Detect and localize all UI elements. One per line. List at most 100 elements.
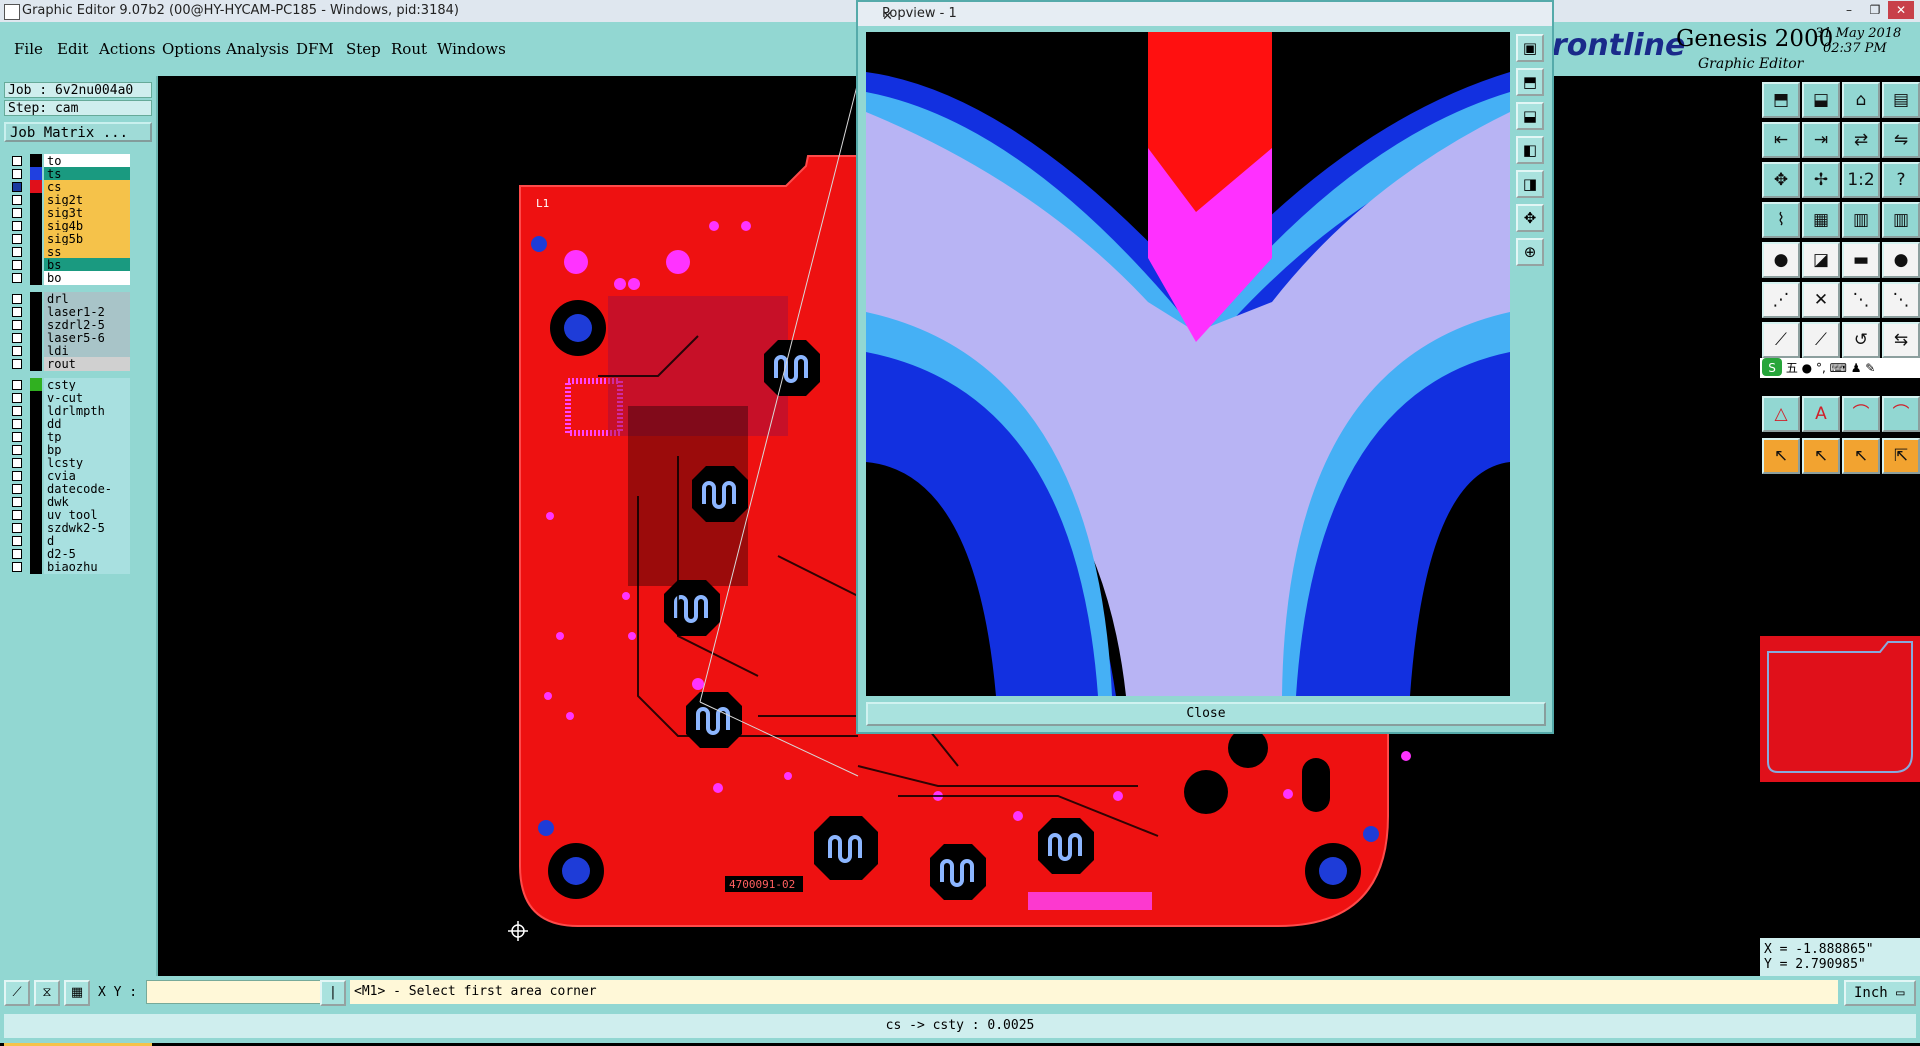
- area-icon[interactable]: ⌒: [1842, 396, 1880, 432]
- layer-name[interactable]: cvia: [44, 469, 130, 483]
- arc-icon[interactable]: ↺: [1842, 322, 1880, 358]
- layer-checkbox[interactable]: [12, 208, 22, 218]
- letter-a-icon[interactable]: A: [1802, 396, 1840, 432]
- layer-row-uv_tool[interactable]: uv_tool: [8, 508, 130, 522]
- menu-options[interactable]: Options: [162, 40, 221, 58]
- layer-row-datecode-ptd[interactable]: datecode-ptd: [8, 482, 130, 510]
- popview-close-button[interactable]: Close: [866, 702, 1546, 726]
- save-icon[interactable]: ⬒: [1762, 82, 1800, 118]
- menu-actions[interactable]: Actions: [99, 40, 155, 58]
- split-icon[interactable]: ⇆: [1882, 322, 1920, 358]
- layer-name[interactable]: sig3t: [44, 206, 130, 220]
- layer-name[interactable]: cs: [44, 180, 130, 194]
- layer-checkbox[interactable]: [12, 432, 22, 442]
- layer-checkbox[interactable]: [12, 536, 22, 546]
- mirror-icon[interactable]: ⇋: [1882, 122, 1920, 158]
- layer-color-swatch[interactable]: [30, 534, 42, 548]
- layer-checkbox[interactable]: [12, 497, 22, 507]
- layer-color-swatch[interactable]: [30, 469, 42, 483]
- layer-row-ldrlmpth[interactable]: ldrlmpth: [8, 404, 130, 418]
- layer-row-d2-5[interactable]: d2-5: [8, 547, 130, 561]
- layer-color-swatch[interactable]: [30, 430, 42, 444]
- layer-color-swatch[interactable]: [30, 258, 42, 272]
- layer-name[interactable]: szdwk2-5: [44, 521, 130, 535]
- layer-row-dwk[interactable]: dwk: [8, 495, 130, 509]
- menu-edit[interactable]: Edit: [57, 40, 88, 58]
- layer-row-v-cut[interactable]: v-cut: [8, 391, 130, 405]
- layer-row-drl[interactable]: drl: [8, 292, 130, 306]
- layer-checkbox[interactable]: [12, 320, 22, 330]
- layer-color-swatch[interactable]: [30, 245, 42, 259]
- layer-row-sig3t[interactable]: sig3t: [8, 206, 130, 220]
- layer-checkbox[interactable]: [12, 169, 22, 179]
- layer-color-swatch[interactable]: [30, 331, 42, 345]
- layer-row-sig5b[interactable]: sig5b: [8, 232, 130, 246]
- pointer-icon[interactable]: ↖: [1762, 438, 1800, 474]
- popview-zoom-in-icon[interactable]: ⬒: [1516, 68, 1544, 96]
- layer-row-lcsty[interactable]: lcsty: [8, 456, 130, 470]
- layer-color-swatch[interactable]: [30, 560, 42, 574]
- layer-color-swatch[interactable]: [30, 417, 42, 431]
- edit-slash-icon[interactable]: ⟋: [1802, 322, 1840, 358]
- menu-file[interactable]: File: [14, 40, 43, 58]
- layer-name[interactable]: v-cut: [44, 391, 130, 405]
- layer-name[interactable]: sig4b: [44, 219, 130, 233]
- triangle-icon[interactable]: △: [1762, 396, 1800, 432]
- layer-row-laser5-6[interactable]: laser5-6: [8, 331, 130, 345]
- popview-zoom-fit-icon[interactable]: ▣: [1516, 34, 1544, 62]
- layer-color-swatch[interactable]: [30, 219, 42, 233]
- route-icon[interactable]: ⇱: [1882, 438, 1920, 474]
- menu-analysis[interactable]: Analysis: [226, 40, 289, 58]
- layer-row-ldi[interactable]: ldi: [8, 344, 130, 358]
- layer-checkbox[interactable]: [12, 471, 22, 481]
- cross-icon[interactable]: ✕: [1802, 282, 1840, 318]
- layer-checkbox[interactable]: [12, 307, 22, 317]
- layer-checkbox[interactable]: [12, 234, 22, 244]
- link2-icon[interactable]: ⋱: [1882, 282, 1920, 318]
- layer-row-to[interactable]: to: [8, 154, 130, 168]
- layer-color-swatch[interactable]: [30, 232, 42, 246]
- pad-icon[interactable]: ●: [1762, 242, 1800, 278]
- layer-checkbox[interactable]: [12, 445, 22, 455]
- popview-pan-right-icon[interactable]: ◨: [1516, 170, 1544, 198]
- layer-row-tp[interactable]: tp: [8, 430, 130, 444]
- layer-name[interactable]: to: [44, 154, 130, 168]
- layer-row-csty[interactable]: csty: [8, 378, 130, 392]
- layer-checkbox[interactable]: [12, 221, 22, 231]
- edit-line-icon[interactable]: ⟋: [1762, 322, 1800, 358]
- layer-name[interactable]: drl: [44, 292, 130, 306]
- home-icon[interactable]: ⌂: [1842, 82, 1880, 118]
- layer-row-d[interactable]: d: [8, 534, 130, 548]
- layer-name[interactable]: szdrl2-5: [44, 318, 130, 332]
- layer-checkbox[interactable]: [12, 294, 22, 304]
- drill-icon[interactable]: ⌇: [1762, 202, 1800, 238]
- layer-checkbox[interactable]: [12, 182, 22, 192]
- layer-color-swatch[interactable]: [30, 547, 42, 561]
- layer-name[interactable]: tp: [44, 430, 130, 444]
- layer-checkbox[interactable]: [12, 247, 22, 257]
- popview-window[interactable]: Popview - 1 ✕ ▣ ⬒ ⬓ ◧ ◨ ✥ ⊕ Close: [856, 0, 1554, 734]
- open-icon[interactable]: ⬓: [1802, 82, 1840, 118]
- pointer3-icon[interactable]: ↖: [1842, 438, 1880, 474]
- layer-row-sig2t[interactable]: sig2t: [8, 193, 130, 207]
- popview-zoom-out-icon[interactable]: ⬓: [1516, 102, 1544, 130]
- layer-name[interactable]: biaozhu: [44, 560, 130, 574]
- layer-name[interactable]: csty: [44, 378, 130, 392]
- layer-color-swatch[interactable]: [30, 292, 42, 306]
- layer-name[interactable]: sig2t: [44, 193, 130, 207]
- layer-color-swatch[interactable]: [30, 456, 42, 470]
- node-icon[interactable]: ⋰: [1762, 282, 1800, 318]
- layer-checkbox[interactable]: [12, 406, 22, 416]
- layer-name[interactable]: sig5b: [44, 232, 130, 246]
- job-matrix-button[interactable]: Job Matrix ...: [4, 122, 152, 142]
- layer-row-ts[interactable]: ts: [8, 167, 130, 181]
- layer-name[interactable]: ts: [44, 167, 130, 181]
- menu-dfm[interactable]: DFM: [296, 40, 334, 58]
- layer-name[interactable]: ss: [44, 245, 130, 259]
- layer-checkbox[interactable]: [12, 195, 22, 205]
- layer-color-swatch[interactable]: [30, 154, 42, 168]
- minimap[interactable]: [1760, 636, 1920, 782]
- layer-row-bp[interactable]: bp: [8, 443, 130, 457]
- layer-color-swatch[interactable]: [30, 482, 42, 496]
- swap-icon[interactable]: ⇄: [1842, 122, 1880, 158]
